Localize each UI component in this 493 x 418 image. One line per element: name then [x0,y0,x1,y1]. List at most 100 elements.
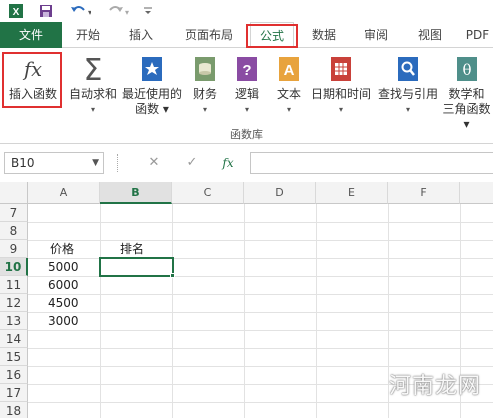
insert-function-button[interactable]: fx 插入函数 [4,52,62,102]
excel-logo-icon: X [6,2,26,20]
cell-a11[interactable]: 6000 [48,276,79,294]
recently-used-label-1: 最近使用的 [121,87,182,101]
grid-vline [244,204,245,418]
grid-vline [100,204,101,418]
autosum-caret: ▾ [90,105,95,114]
tab-insert[interactable]: 插入 [118,22,164,48]
customize-icon[interactable] [140,2,156,20]
row-header-8[interactable]: 8 [0,222,28,240]
row-header-18[interactable]: 18 [0,402,28,418]
text-label: 文本 [276,87,301,101]
name-box[interactable]: B10 ▼ [4,152,104,174]
math-trig-label-1: 数学和 [448,87,485,101]
insert-function-fx-icon[interactable]: fx [216,154,240,172]
tab-data[interactable]: 数据 [304,22,344,48]
undo-icon[interactable]: ▾ [66,2,94,20]
finance-book-icon [191,54,219,84]
cell-b9[interactable]: 排名 [120,240,144,258]
column-header-f[interactable]: F [388,182,460,204]
fill-handle[interactable] [170,273,175,278]
row-header-7[interactable]: 7 [0,204,28,222]
column-header-e[interactable]: E [316,182,388,204]
financial-button[interactable]: 财务 ▾ [188,52,222,117]
insert-function-label: 插入函数 [8,87,57,101]
date-time-caret: ▾ [338,105,343,114]
column-header-b[interactable]: B [100,182,172,204]
cell-a12[interactable]: 4500 [48,294,79,312]
math-trig-button[interactable]: θ 数学和 三角函数 ▾ [440,52,493,132]
column-header-c[interactable]: C [172,182,244,204]
cell-a9[interactable]: 价格 [50,240,74,258]
cell-a13[interactable]: 3000 [48,312,79,330]
cell-a10[interactable]: 5000 [48,258,79,276]
tab-pdf[interactable]: PDF [462,22,493,48]
svg-text:?: ? [242,62,251,79]
quick-access-toolbar: X ▾ ▾ [0,0,493,22]
tab-formulas[interactable]: 公式 [250,22,294,49]
grid-hline [28,222,493,223]
lookup-reference-button[interactable]: 查找与引用 ▾ [376,52,440,117]
tab-file[interactable]: 文件 [0,22,62,48]
column-header-d[interactable]: D [244,182,316,204]
formula-bar-separator [117,154,119,172]
grid-hline [28,276,493,277]
watermark-text: 河南龙网 [388,374,481,399]
text-book-icon: A [275,54,303,84]
logical-label: 逻辑 [234,87,259,101]
select-all-corner[interactable] [0,182,28,204]
ribbon-tabs: 文件 开始 插入 页面布局 公式 数据 审阅 视图 PDF [0,22,493,49]
row-header-15[interactable]: 15 [0,348,28,366]
row-header-10[interactable]: 10 [0,258,28,276]
row-header-17[interactable]: 17 [0,384,28,402]
column-header-a[interactable]: A [28,182,100,204]
grid-vline [316,204,317,418]
grid-hline [28,330,493,331]
save-icon[interactable] [36,2,56,20]
recently-used-button[interactable]: 最近使用的 函数 ▾ [120,52,184,117]
autosum-button[interactable]: Σ 自动求和 ▾ [66,52,120,117]
formula-bar: B10 ▼ ✕ ✓ fx [0,144,493,182]
calendar-book-icon [327,54,355,84]
svg-text:fx: fx [22,58,42,81]
svg-text:A: A [284,62,295,79]
formula-input[interactable] [250,152,493,174]
column-header-g[interactable] [460,182,493,204]
tab-page-layout[interactable]: 页面布局 [174,22,244,48]
enter-icon[interactable]: ✓ [180,154,204,172]
math-book-icon: θ [453,54,481,84]
logical-caret: ▾ [244,105,249,114]
financial-caret: ▾ [202,105,207,114]
recently-used-label-2: 函数 ▾ [135,102,169,116]
active-cell-b10[interactable] [99,257,174,277]
name-box-dropdown-icon[interactable]: ▼ [92,153,99,173]
spreadsheet-grid: A B C D E F 7 8 9 10 11 12 13 14 15 16 1… [0,182,493,418]
name-box-value: B10 [11,156,35,170]
date-time-label: 日期和时间 [310,87,371,101]
row-header-12[interactable]: 12 [0,294,28,312]
redo-icon[interactable]: ▾ [104,2,132,20]
logic-book-icon: ? [233,54,261,84]
row-header-14[interactable]: 14 [0,330,28,348]
tab-home[interactable]: 开始 [66,22,110,48]
lookup-book-icon [394,54,422,84]
grid-hline [28,366,493,367]
autosum-label: 自动求和 [68,87,117,101]
row-header-16[interactable]: 16 [0,366,28,384]
svg-text:▾: ▾ [88,8,91,17]
grid-hline [28,312,493,313]
logical-button[interactable]: ? 逻辑 ▾ [230,52,264,117]
svg-text:▾: ▾ [125,8,129,17]
date-time-button[interactable]: 日期和时间 ▾ [308,52,374,117]
text-caret: ▾ [286,105,291,114]
grid-vline [172,204,173,418]
text-button[interactable]: A 文本 ▾ [272,52,306,117]
svg-text:θ: θ [462,61,471,79]
row-header-11[interactable]: 11 [0,276,28,294]
row-header-13[interactable]: 13 [0,312,28,330]
grid-hline [28,258,493,259]
svg-text:Σ: Σ [84,54,103,84]
tab-review[interactable]: 审阅 [356,22,396,48]
tab-view[interactable]: 视图 [410,22,450,48]
cancel-icon[interactable]: ✕ [142,154,166,172]
row-header-9[interactable]: 9 [0,240,28,258]
